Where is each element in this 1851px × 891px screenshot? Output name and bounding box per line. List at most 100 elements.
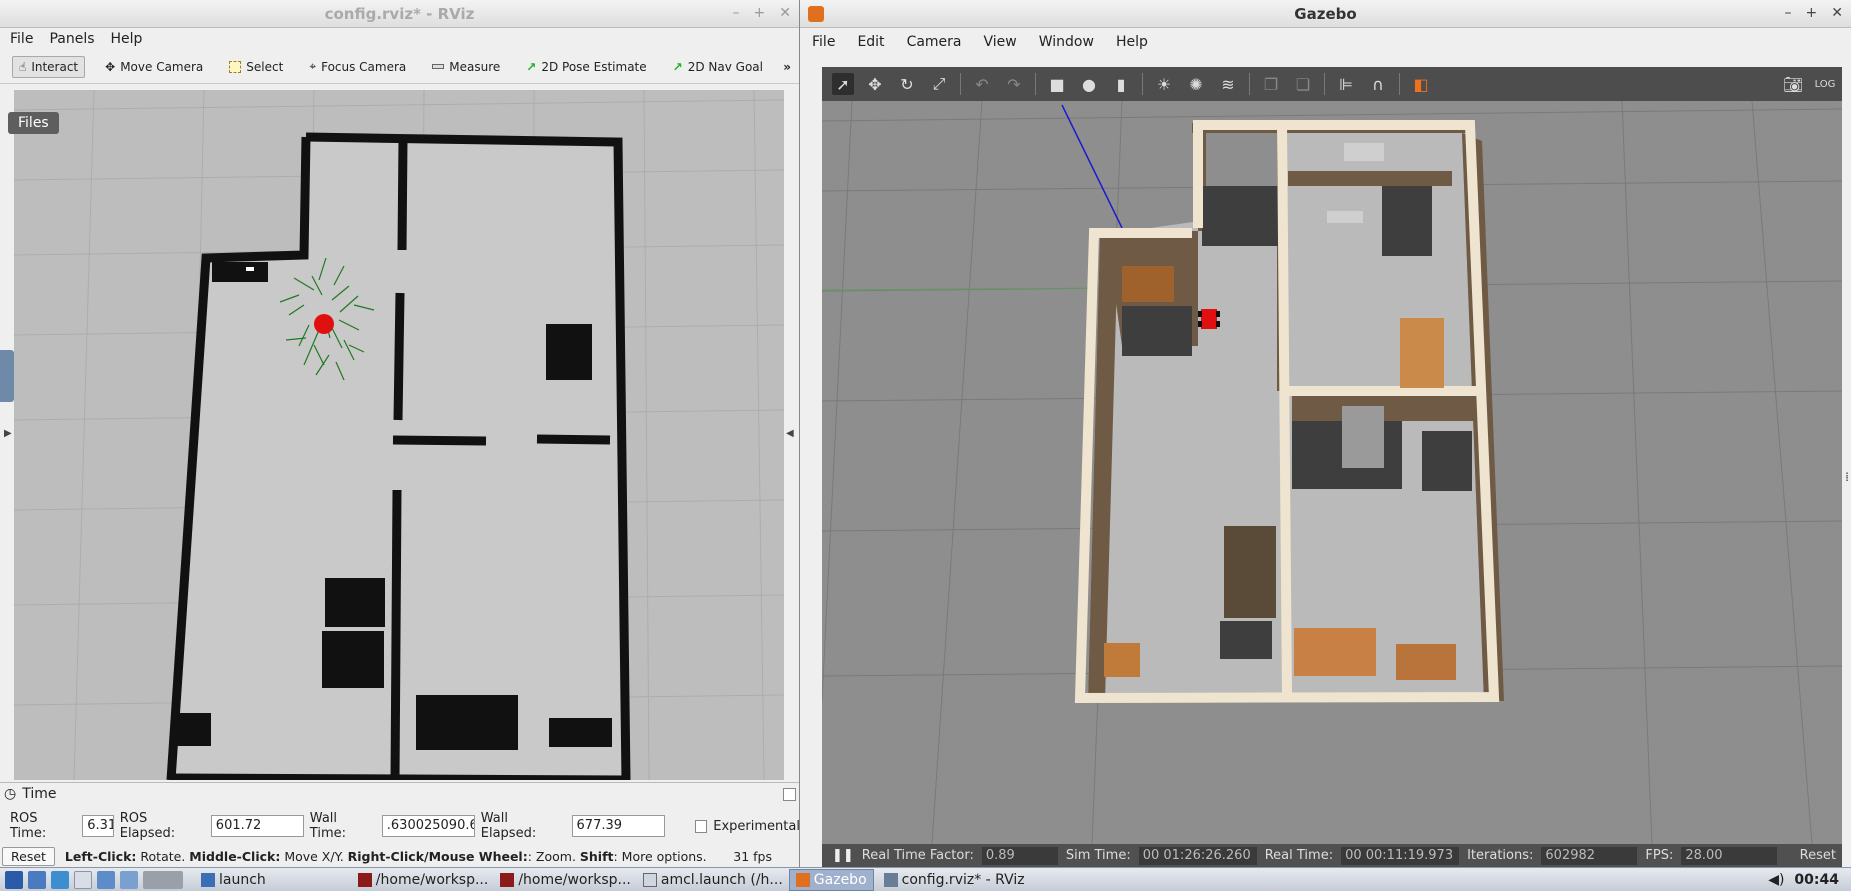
wall-time-field[interactable]: .630025090.65 [381,815,475,837]
view-angle-icon[interactable]: ◧ [1410,73,1432,95]
hint-shift: Shift [579,849,614,864]
minimize-icon[interactable]: – [1785,5,1792,21]
task-rviz[interactable]: config.rviz* - RViz [878,869,1031,891]
align-icon[interactable]: ⊫ [1335,73,1357,95]
redo-icon[interactable]: ↷ [1003,73,1025,95]
gazebo-icon [795,872,810,887]
undo-icon[interactable]: ↶ [971,73,993,95]
file-manager-icon[interactable] [28,870,46,889]
screenshot-camera-icon[interactable]: 📷︎ [1782,73,1804,95]
start-menu-icon[interactable] [5,870,23,889]
experimental-label: Experimental [713,818,800,834]
menu-camera[interactable]: Camera [907,34,962,50]
rviz-3d-view[interactable] [14,90,784,780]
task-label: config.rviz* - RViz [901,871,1025,888]
gazebo-menubar: File Edit Camera View Window Help [800,28,1851,56]
rviz-titlebar[interactable]: config.rviz* - RViz – + ✕ [0,0,799,28]
maximize-icon[interactable]: + [754,5,766,21]
task-label: launch [219,871,266,888]
snap-magnet-icon[interactable]: ∩ [1367,73,1389,95]
tool-2d-pose-label: 2D Pose Estimate [541,59,647,74]
box-shape-icon[interactable]: ■ [1046,73,1068,95]
collapse-right-arrow-icon[interactable]: ◀ [786,428,794,439]
menu-window[interactable]: Window [1039,34,1094,50]
menu-help[interactable]: Help [111,31,143,47]
reset-button[interactable]: Reset [2,847,55,866]
task-launch[interactable]: launch [195,869,272,891]
point-light-icon[interactable]: ☀ [1153,73,1175,95]
ros-time-field[interactable]: 6.31 [82,815,114,837]
gazebo-toolbar: ➚ ✥ ↻ ⤢ ↶ ↷ ■ ● ▮ ☀ ✺ ≋ ❐ ❏ ⊫ ∩ ◧ 📷︎ LOG [822,67,1842,101]
workspace-switcher[interactable] [143,870,183,889]
tool-2d-nav-goal[interactable]: ↗ 2D Nav Goal [667,57,769,77]
stack-icon[interactable] [120,870,138,889]
expand-left-arrow-icon[interactable]: ▶ [4,428,12,439]
tool-measure[interactable]: Measure [426,57,506,77]
toolbar-separator [960,73,961,95]
directional-light-icon[interactable]: ≋ [1217,73,1239,95]
experimental-checkbox[interactable] [694,819,708,833]
wall-elapsed-field[interactable]: 677.39 [571,815,665,837]
toolbar-separator [1035,73,1036,95]
task-terminal-1[interactable]: /home/worksp... [352,869,495,891]
rviz-menubar: File Panels Help [0,28,799,50]
scale-mode-icon[interactable]: ⤢ [928,73,950,95]
network-icon[interactable] [51,870,69,889]
toolbar-separator [1249,73,1250,95]
terminal-icon [500,872,515,887]
green-arrow-icon: ↗ [526,59,537,74]
green-arrow-icon: ↗ [672,59,683,74]
system-monitor-icon[interactable] [97,870,115,889]
tool-interact[interactable]: ☝ Interact [12,55,86,78]
time-panel: ◷ Time ROS Time: 6.31 ROS Elapsed: 601.7… [0,782,800,867]
close-icon[interactable]: ✕ [1831,5,1843,21]
task-terminal-2[interactable]: /home/worksp... [494,869,637,891]
move-camera-icon: ✥ [105,59,116,74]
left-dock-handle[interactable] [0,350,14,402]
tool-select[interactable]: Select [223,57,289,77]
tool-2d-pose-estimate[interactable]: ↗ 2D Pose Estimate [520,57,652,77]
select-mode-icon[interactable]: ➚ [832,73,854,95]
close-icon[interactable]: ✕ [779,5,791,21]
task-editor[interactable]: amcl.launch (/h... [637,869,789,891]
paste-icon[interactable]: ❏ [1292,73,1314,95]
tool-measure-label: Measure [449,59,501,74]
toolbar-overflow-button[interactable]: » [783,60,791,74]
ros-elapsed-field[interactable]: 601.72 [210,815,304,837]
files-tab[interactable]: Files [8,112,59,134]
minimize-icon[interactable]: – [733,5,740,21]
desktop-icon[interactable] [74,870,92,889]
spot-light-icon[interactable]: ✺ [1185,73,1207,95]
tool-focus-camera[interactable]: ⌖ Focus Camera [303,56,412,77]
wall-elapsed-label: Wall Elapsed: [480,811,537,841]
copy-icon[interactable]: ❐ [1260,73,1282,95]
gazebo-3d-scene[interactable] [822,101,1842,844]
gazebo-titlebar[interactable]: Gazebo – + ✕ [800,0,1851,28]
rviz-icon [883,872,898,887]
sim-time-value: 00 01:26:26.260 [1138,846,1257,865]
sphere-shape-icon[interactable]: ● [1078,73,1100,95]
menu-file[interactable]: File [812,34,835,50]
pause-icon[interactable]: ❚❚ [832,848,854,863]
menu-panels[interactable]: Panels [49,31,94,47]
tool-select-label: Select [246,59,284,74]
right-panel-handle-icon[interactable]: ⁞ [1845,470,1849,484]
ruler-icon [432,64,445,69]
maximize-icon[interactable]: + [1806,5,1818,21]
tool-move-camera[interactable]: ✥ Move Camera [99,57,209,77]
menu-edit[interactable]: Edit [857,34,884,50]
tool-interact-label: Interact [31,59,79,74]
gazebo-reset-button[interactable]: Reset [1800,848,1836,863]
select-box-icon [229,60,242,73]
menu-help[interactable]: Help [1116,34,1148,50]
clock-icon: ◷ [4,786,17,802]
log-icon[interactable]: LOG [1814,73,1836,95]
panel-float-button[interactable] [783,787,796,801]
rotate-mode-icon[interactable]: ↻ [896,73,918,95]
translate-mode-icon[interactable]: ✥ [864,73,886,95]
cylinder-shape-icon[interactable]: ▮ [1110,73,1132,95]
volume-icon[interactable]: ◀) [1768,872,1784,888]
task-gazebo[interactable]: Gazebo [788,868,874,891]
menu-file[interactable]: File [10,31,33,47]
menu-view[interactable]: View [984,34,1017,50]
